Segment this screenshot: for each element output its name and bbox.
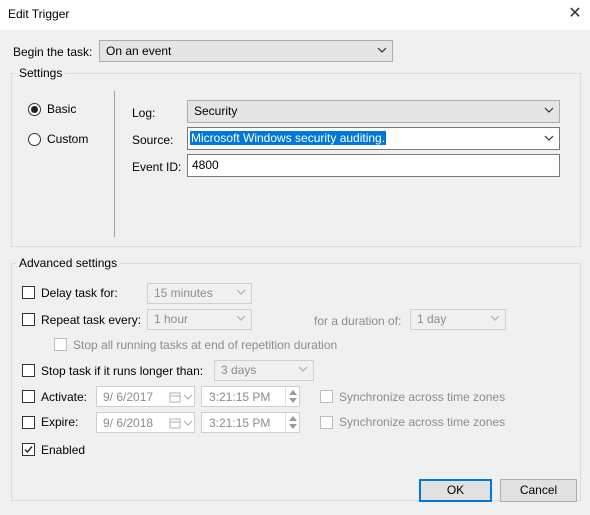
delay-select[interactable]: 15 minutes: [147, 283, 252, 304]
spin-up-icon[interactable]: [289, 415, 297, 421]
repeat-checkbox[interactable]: [22, 313, 35, 326]
dialog-body: Begin the task: On an event Settings Bas…: [0, 30, 590, 515]
spin-up-icon[interactable]: [289, 389, 297, 395]
cancel-button[interactable]: Cancel: [500, 479, 577, 502]
settings-divider: [114, 91, 115, 237]
duration-value: 1 day: [417, 312, 447, 326]
custom-radio-label[interactable]: Custom: [47, 132, 88, 146]
enabled-checkbox[interactable]: [22, 443, 35, 456]
event-id-value: 4800: [192, 158, 219, 172]
spin-down-icon[interactable]: [289, 398, 297, 404]
delay-value: 15 minutes: [154, 286, 213, 300]
spin-buttons[interactable]: [285, 387, 299, 406]
activate-sync-label: Synchronize across time zones: [339, 390, 506, 404]
enabled-label[interactable]: Enabled: [41, 443, 85, 457]
close-icon[interactable]: ✕: [566, 5, 584, 23]
calendar-icon[interactable]: [169, 417, 181, 429]
stop-longer-select[interactable]: 3 days: [214, 360, 314, 381]
source-label: Source:: [132, 133, 174, 147]
chevron-down-icon: [544, 107, 554, 113]
spin-buttons[interactable]: [285, 413, 299, 432]
chevron-down-icon: [377, 47, 387, 53]
basic-radio[interactable]: [28, 103, 41, 116]
expire-label[interactable]: Expire:: [41, 415, 78, 429]
expire-time-value: 3:21:15 PM: [209, 416, 271, 430]
chevron-down-icon: [183, 394, 193, 400]
chevron-down-icon: [298, 366, 308, 372]
expire-date-picker[interactable]: 9/ 6/2018: [96, 412, 195, 433]
stop-longer-label[interactable]: Stop task if it runs longer than:: [41, 364, 203, 378]
spin-down-icon[interactable]: [289, 424, 297, 430]
duration-select[interactable]: 1 day: [410, 309, 506, 330]
settings-group-label: Settings: [16, 66, 66, 80]
repeat-select[interactable]: 1 hour: [147, 309, 252, 330]
event-id-label: Event ID:: [132, 160, 182, 174]
source-combo[interactable]: Microsoft Windows security auditing.: [187, 127, 560, 150]
activate-date-value: 9/ 6/2017: [103, 390, 154, 404]
advanced-group-label: Advanced settings: [16, 256, 121, 270]
chevron-down-icon: [236, 289, 246, 295]
delay-checkbox[interactable]: [22, 286, 35, 299]
activate-date-picker[interactable]: 9/ 6/2017: [96, 386, 195, 407]
begin-task-value: On an event: [106, 44, 172, 58]
duration-label: for a duration of:: [314, 314, 402, 328]
activate-sync-checkbox[interactable]: [320, 390, 333, 403]
stop-longer-checkbox[interactable]: [22, 364, 35, 377]
expire-sync-checkbox[interactable]: [320, 416, 333, 429]
title-bar: Edit Trigger ✕: [0, 0, 590, 30]
ok-button[interactable]: OK: [419, 479, 492, 502]
radio-dot: [31, 106, 38, 113]
delay-label[interactable]: Delay task for:: [41, 286, 118, 300]
chevron-down-icon: [490, 315, 500, 321]
window-title: Edit Trigger: [8, 7, 70, 21]
basic-radio-label[interactable]: Basic: [47, 102, 76, 116]
event-id-input[interactable]: 4800: [187, 154, 560, 177]
expire-sync-label: Synchronize across time zones: [339, 415, 506, 429]
chevron-down-icon[interactable]: [544, 132, 554, 144]
activate-checkbox[interactable]: [22, 390, 35, 403]
stop-all-label: Stop all running tasks at end of repetit…: [73, 338, 338, 352]
activate-time-value: 3:21:15 PM: [209, 390, 271, 404]
custom-radio[interactable]: [28, 133, 41, 146]
checkmark-icon: [24, 446, 33, 454]
log-value: Security: [194, 104, 238, 118]
chevron-down-icon: [236, 315, 246, 321]
activate-label[interactable]: Activate:: [41, 390, 87, 404]
expire-time-picker[interactable]: 3:21:15 PM: [201, 412, 300, 433]
begin-task-label: Begin the task:: [13, 45, 93, 59]
stop-all-checkbox[interactable]: [54, 338, 67, 351]
log-select[interactable]: Security: [187, 100, 560, 123]
calendar-icon[interactable]: [169, 391, 181, 403]
log-label: Log:: [132, 106, 156, 120]
activate-time-picker[interactable]: 3:21:15 PM: [201, 386, 300, 407]
expire-checkbox[interactable]: [22, 416, 35, 429]
chevron-down-icon: [183, 420, 193, 426]
repeat-value: 1 hour: [154, 312, 189, 326]
repeat-label[interactable]: Repeat task every:: [41, 313, 141, 327]
source-value: Microsoft Windows security auditing.: [190, 131, 387, 145]
expire-date-value: 9/ 6/2018: [103, 416, 154, 430]
begin-task-select[interactable]: On an event: [99, 40, 393, 62]
stop-longer-value: 3 days: [221, 363, 257, 377]
